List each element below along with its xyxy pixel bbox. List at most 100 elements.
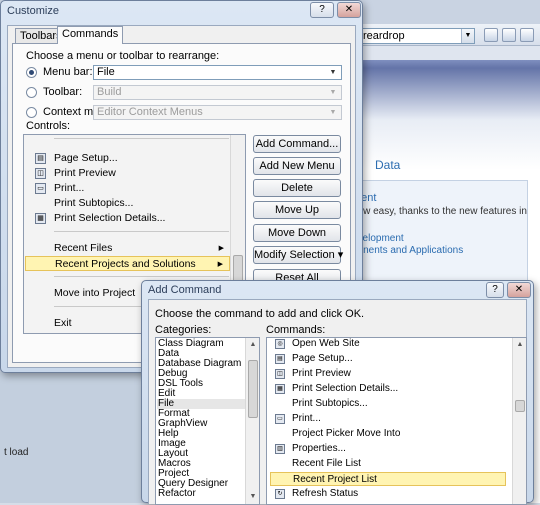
list-item[interactable]: ↻ Refresh Status <box>270 487 506 501</box>
add-command-titlebar: Add Command <box>142 281 533 299</box>
list-item[interactable]: ▭ Print... <box>25 181 230 196</box>
ide-tabstrip <box>340 46 540 60</box>
print-details-icon: ▦ <box>35 213 46 224</box>
close-icon: ✕ <box>514 284 524 295</box>
list-item[interactable]: Refactor <box>158 489 196 499</box>
add-new-menu-button[interactable]: Add New Menu <box>253 157 341 175</box>
list-item-label: Move into Project <box>54 287 136 299</box>
list-item-label: Properties... <box>292 443 346 454</box>
print-preview-icon: ◫ <box>275 369 285 379</box>
add-command-button[interactable]: Add Command... <box>253 135 341 153</box>
radio-menu-bar[interactable] <box>26 67 37 78</box>
add-command-title: Add Command <box>148 284 222 296</box>
list-item[interactable]: Print Subtopics... <box>25 196 230 211</box>
toolbar-select[interactable]: Build ▼ <box>93 85 342 100</box>
modify-selection-button[interactable]: Modify Selection ▾ <box>253 246 343 264</box>
web-site-icon: ◎ <box>275 339 285 349</box>
list-item[interactable]: ▦ Print Selection Details... <box>25 211 230 226</box>
list-item-label: Recent Project List <box>293 474 377 485</box>
printer-icon: ▭ <box>275 414 285 424</box>
refresh-icon: ↻ <box>275 489 285 499</box>
properties-icon: ▥ <box>275 444 285 454</box>
list-item[interactable]: ▭ Print... <box>270 412 506 426</box>
list-item[interactable]: ◫ Print Preview <box>270 367 506 381</box>
list-item[interactable]: ◫ Print Preview <box>25 166 230 181</box>
list-item[interactable]: Recent Files ▶ <box>25 241 230 256</box>
tab-commands[interactable]: Commands <box>57 26 124 44</box>
toolbar-tool-icon[interactable] <box>484 28 498 42</box>
ide-toolbar-combo[interactable]: reardrop ▼ <box>360 28 475 44</box>
radio-toolbar[interactable] <box>26 87 37 98</box>
help-button[interactable]: ? <box>310 2 334 18</box>
instruction-text: Choose the command to add and click OK. <box>155 308 365 320</box>
move-up-button[interactable]: Move Up <box>253 201 341 219</box>
list-item[interactable]: ▥ Properties... <box>270 442 506 456</box>
help-icon: ? <box>319 4 325 15</box>
list-item-selected[interactable]: Recent Projects and Solutions ▶ <box>25 256 230 271</box>
submenu-arrow-icon: ▶ <box>217 261 223 268</box>
add-command-client: Choose the command to add and click OK. … <box>148 299 527 505</box>
list-item-label: Print... <box>292 413 321 424</box>
list-item[interactable]: ▤ Page Setup... <box>270 352 506 366</box>
toolbar-tool-icon[interactable] <box>520 28 534 42</box>
help-icon: ? <box>492 284 498 295</box>
list-item-selected[interactable]: Recent Project List <box>270 472 506 486</box>
close-button[interactable]: ✕ <box>507 282 531 298</box>
separator <box>54 276 229 277</box>
list-item-label: Recent File List <box>292 458 361 469</box>
commands-label: Commands: <box>266 324 326 336</box>
link-components[interactable]: ponents and Applications <box>352 245 463 256</box>
choose-label: Choose a menu or toolbar to rearrange: <box>26 50 220 62</box>
delete-button[interactable]: Delete <box>253 179 341 197</box>
print-preview-icon: ◫ <box>35 168 46 179</box>
scroll-down-icon[interactable]: ▼ <box>246 490 259 504</box>
chevron-down-icon[interactable]: ▼ <box>461 29 474 43</box>
list-item[interactable]: ▤ Page Setup... <box>25 151 230 166</box>
list-item-label: Print... <box>54 182 85 194</box>
chevron-down-icon: ▼ <box>329 69 337 76</box>
context-menu-value: Editor Context Menus <box>97 106 203 118</box>
move-down-button[interactable]: Move Down <box>253 224 341 242</box>
close-button[interactable]: ✕ <box>337 2 361 18</box>
list-item[interactable]: ◎ Open Web Site <box>270 338 506 351</box>
status-text: t load <box>4 447 29 458</box>
radio-context-menu[interactable] <box>26 107 37 118</box>
menu-bar-select[interactable]: File ▼ <box>93 65 342 80</box>
commands-scrollbar[interactable]: ▲ <box>512 338 526 504</box>
panel-text: now easy, thanks to the new features in <box>352 206 527 217</box>
list-item-label: Recent Files <box>54 242 113 254</box>
categories-list[interactable]: Class Diagram Data Database Diagram Debu… <box>155 337 260 505</box>
ide-toolbar-combo-value: reardrop <box>363 30 405 42</box>
list-item[interactable]: Recent File List <box>270 457 506 471</box>
add-command-dialog: Add Command ? ✕ Choose the command to ad… <box>141 280 534 505</box>
list-item-label: Exit <box>54 317 72 329</box>
commands-list[interactable]: ◎ Open Web Site ▤ Page Setup... ◫ Print … <box>266 337 527 505</box>
scroll-up-icon[interactable]: ▲ <box>246 338 259 352</box>
help-button[interactable]: ? <box>486 282 504 298</box>
categories-label: Categories: <box>155 324 212 336</box>
list-item-label: Print Subtopics... <box>54 197 134 209</box>
close-icon: ✕ <box>344 4 354 15</box>
chevron-down-icon: ▼ <box>329 109 337 116</box>
list-item-label: Print Preview <box>292 368 351 379</box>
list-item-label: Print Subtopics... <box>292 398 368 409</box>
list-item[interactable]: Project Picker Move Into <box>270 427 506 441</box>
separator <box>54 231 229 232</box>
toolbar-value: Build <box>97 86 122 98</box>
list-item-label: Print Selection Details... <box>292 383 399 394</box>
menu-bar-value: File <box>97 66 115 78</box>
list-item-label: Refresh Status <box>292 488 359 499</box>
context-menu-select[interactable]: Editor Context Menus ▼ <box>93 105 342 120</box>
categories-scrollbar[interactable]: ▲ ▼ <box>245 338 259 504</box>
list-item[interactable]: ▦ Print Selection Details... <box>270 382 506 396</box>
printer-icon: ▭ <box>35 183 46 194</box>
list-item-label: Page Setup... <box>292 353 353 364</box>
scroll-up-icon[interactable]: ▲ <box>513 338 526 352</box>
toolbar-tool-icon[interactable] <box>502 28 516 42</box>
list-item-label: Project Picker Move Into <box>292 428 401 439</box>
start-page-tab-data[interactable]: Data <box>375 158 400 172</box>
list-item-label: Recent Projects and Solutions <box>55 258 196 270</box>
list-item[interactable]: Print Subtopics... <box>270 397 506 411</box>
scrollbar-thumb[interactable] <box>248 360 258 418</box>
scrollbar-thumb[interactable] <box>515 400 525 412</box>
